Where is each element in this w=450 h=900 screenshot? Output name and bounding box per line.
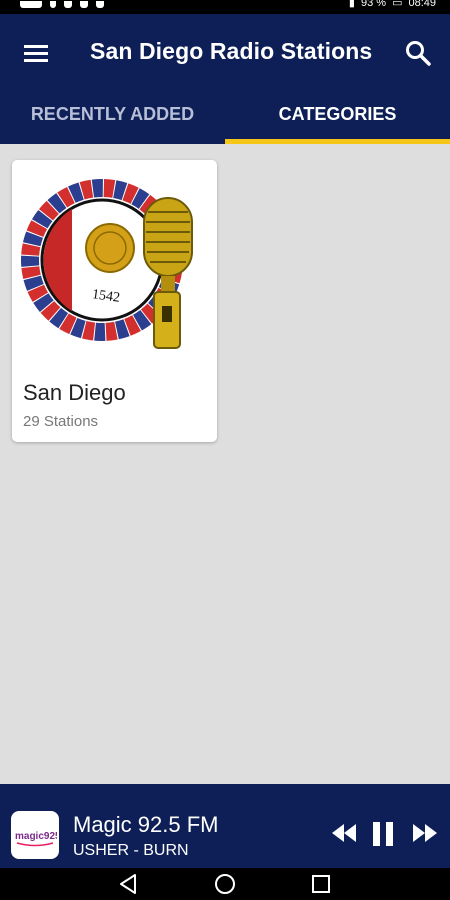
recents-icon[interactable]	[301, 868, 341, 900]
san-diego-flag-microphone-image: 1542	[21, 179, 193, 349]
tab-selected-indicator	[225, 139, 450, 144]
tab-label: RECENTLY ADDED	[30, 104, 195, 124]
tab-recently-added[interactable]: RECENTLY ADDED	[0, 84, 225, 144]
station-logo-text: magic925	[15, 831, 57, 842]
page-title: San Diego Radio Stations	[90, 38, 373, 64]
system-nav-bar	[0, 868, 450, 900]
status-bar: ▮ 93 % ▭ 08:49	[0, 0, 450, 14]
track-title: USHER - BURN	[73, 842, 189, 859]
now-playing-bar[interactable]: magic925 Magic 92.5 FM USHER - BURN	[0, 784, 450, 868]
app-bar: San Diego Radio Stations RECENTLY ADDED …	[0, 14, 450, 144]
status-icons-right: ▮ 93 % ▭ 08:49	[349, 0, 436, 9]
station-name: Magic 92.5 FM	[73, 812, 219, 837]
tab-label: CATEGORIES	[278, 104, 397, 124]
clock: 08:49	[408, 0, 436, 9]
fast-forward-icon[interactable]	[412, 822, 438, 849]
battery-icon: ▭	[392, 0, 403, 9]
battery-level: 93 %	[360, 0, 387, 9]
search-icon[interactable]	[404, 39, 432, 67]
category-name: San Diego	[23, 380, 126, 405]
rewind-icon[interactable]	[331, 822, 357, 849]
menu-icon[interactable]	[22, 42, 50, 66]
station-count: 29 Stations	[23, 413, 99, 430]
station-logo: magic925	[11, 811, 59, 859]
category-card-san-diego[interactable]: 1542 San Diego 29 Stations	[12, 160, 217, 442]
home-icon[interactable]	[205, 868, 245, 900]
back-icon[interactable]	[108, 868, 148, 900]
signal-icon: ▮	[348, 0, 355, 9]
status-icons-left	[20, 0, 104, 8]
tab-bar: RECENTLY ADDED CATEGORIES	[0, 84, 450, 144]
pause-icon[interactable]	[371, 822, 395, 851]
tab-categories[interactable]: CATEGORIES	[225, 84, 450, 144]
